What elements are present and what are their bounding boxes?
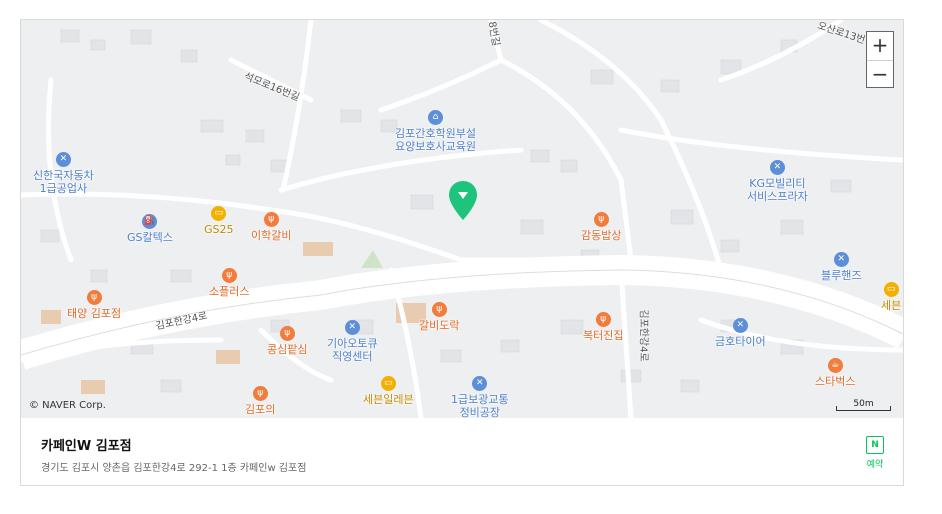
convenience-store-icon: ▭ [211, 206, 227, 221]
restaurant-icon: ψ [279, 326, 295, 341]
wrench-icon: ✕ [55, 152, 71, 167]
school-icon: ⌂ [427, 110, 443, 125]
wrench-icon: ✕ [472, 376, 488, 391]
reserve-label: 예약 [866, 460, 884, 470]
poi-boktujinjip[interactable]: ψ 복터진집 [583, 312, 623, 342]
map-card: 오산로13번 8번길 석모로16번길 김포한강4로 김포한강4로 ⌂ 김포간호학… [20, 19, 904, 486]
restaurant-icon: ψ [252, 386, 268, 401]
poi-starbucks[interactable]: ☕ 스타벅스 [815, 358, 855, 388]
restaurant-icon: ψ [595, 312, 611, 327]
poi-gs25[interactable]: ▭ GS25 [204, 206, 234, 236]
road-label-gimpohangang-vertical: 김포한강4로 [637, 309, 649, 362]
restaurant-icon: ψ [221, 268, 237, 283]
poi-seven-right[interactable]: ▭ 세븐 [881, 282, 901, 312]
wrench-icon: ✕ [769, 160, 785, 175]
poi-bokwang-repair[interactable]: ✕ 1급보광교통 정비공장 [451, 376, 509, 418]
poi-kia-autoq[interactable]: ✕ 기아오토큐 직영센터 [327, 320, 378, 363]
poi-gimpo-ui[interactable]: ψ 김포의 [245, 386, 275, 416]
restaurant-icon: ψ [263, 212, 279, 227]
scale-bar: 50m [836, 399, 891, 411]
poi-ihak-galbi[interactable]: ψ 이학갈비 [251, 212, 291, 242]
place-info-panel: 카페인W 김포점 경기도 김포시 양촌읍 김포한강4로 292-1 1층 카페인… [21, 418, 903, 485]
wrench-icon: ✕ [344, 320, 360, 335]
poi-seven-eleven[interactable]: ▭ 세븐일레븐 [363, 376, 414, 406]
zoom-out-button[interactable]: − [867, 60, 893, 89]
poi-soplus[interactable]: ψ 소플러스 [209, 268, 249, 298]
zoom-control: + − [866, 31, 894, 88]
reserve-button[interactable]: N 예약 [860, 436, 890, 470]
restaurant-icon: ψ [593, 212, 609, 227]
restaurant-icon: ψ [431, 302, 447, 317]
poi-taeyang[interactable]: ψ 태양 김포점 [67, 290, 121, 320]
convenience-store-icon: ▭ [883, 282, 899, 297]
gas-station-icon: ⛽ [142, 214, 158, 229]
poi-kumho-tire[interactable]: ✕ 금호타이어 [715, 318, 766, 348]
naver-reserve-icon: N [866, 436, 884, 454]
wrench-icon: ✕ [833, 252, 849, 267]
place-address: 경기도 김포시 양촌읍 김포한강4로 292-1 1층 카페인w 김포점 [41, 463, 307, 474]
cafe-icon: ☕ [827, 358, 843, 373]
poi-kongsim-patsim[interactable]: ψ 콩심팥심 [267, 326, 307, 356]
restaurant-icon: ψ [86, 290, 102, 305]
poi-gamdong-bapsang[interactable]: ψ 감동밥상 [581, 212, 621, 242]
poi-gs-caltex[interactable]: ⛽ GS칼텍스 [127, 214, 173, 244]
map-canvas[interactable]: 오산로13번 8번길 석모로16번길 김포한강4로 김포한강4로 ⌂ 김포간호학… [21, 20, 903, 418]
zoom-in-button[interactable]: + [867, 32, 893, 60]
location-marker-icon[interactable] [448, 180, 478, 222]
convenience-store-icon: ▭ [380, 376, 396, 391]
poi-kg-mobility[interactable]: ✕ KG모빌리티 서비스프라자 [747, 160, 808, 203]
place-name[interactable]: 카페인W 김포점 [41, 435, 132, 454]
copyright-text: © NAVER Corp. [29, 400, 106, 411]
poi-nursing-school[interactable]: ⌂ 김포간호학원부설 요양보호사교육원 [395, 110, 476, 153]
poi-galbi-dorak[interactable]: ψ 갈비도락 [419, 302, 459, 332]
scale-bar-line [836, 406, 891, 411]
poi-bluehands[interactable]: ✕ 블루핸즈 [821, 252, 861, 282]
wrench-icon: ✕ [732, 318, 748, 333]
poi-shinhan-auto[interactable]: ✕ 신한국자동차 1급공업사 [33, 152, 94, 195]
